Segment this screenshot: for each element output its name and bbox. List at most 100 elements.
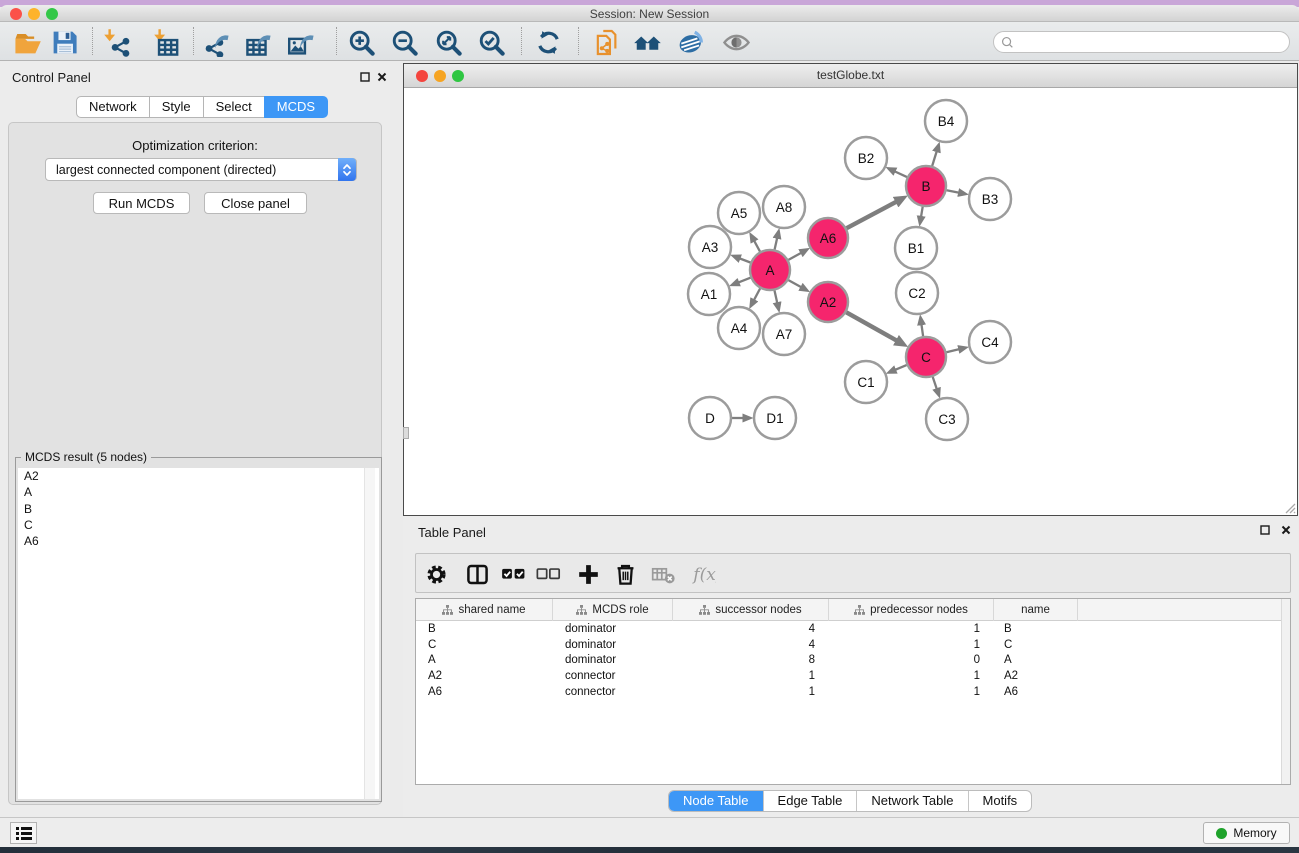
graph-edge-A-A3[interactable] [740, 259, 751, 263]
run-mcds-button[interactable]: Run MCDS [93, 192, 190, 214]
graph-node-C1[interactable]: C1 [845, 361, 887, 403]
tab-motifs[interactable]: Motifs [969, 791, 1032, 811]
table-row[interactable]: Adominator80A [416, 653, 1290, 669]
tab-edge-table[interactable]: Edge Table [764, 791, 858, 811]
graph-edge-A-A5[interactable] [754, 241, 760, 252]
add-icon[interactable] [574, 560, 602, 588]
network-canvas[interactable]: B4 B2 B B3 A8 A5 A6 A3 B1 A A1 C2 A2 [404, 89, 1297, 515]
graph-node-D[interactable]: D [689, 397, 731, 439]
graph-edge-C-C4[interactable] [946, 349, 958, 352]
splitter-grip[interactable] [403, 427, 409, 439]
graph-edge-B-B1[interactable] [921, 207, 923, 217]
graph-edge-A-A7[interactable] [775, 291, 778, 303]
export-table-icon[interactable] [243, 26, 275, 58]
graph-edge-C-C3[interactable] [933, 377, 937, 389]
graph-edge-A-A1[interactable] [739, 278, 751, 283]
task-history-button[interactable] [10, 822, 37, 844]
ndex-home-icon[interactable] [631, 26, 663, 58]
tab-select[interactable]: Select [203, 96, 265, 118]
import-network-icon[interactable] [101, 26, 133, 58]
column-header-shared-name[interactable]: shared name [416, 599, 553, 621]
zoom-selected-icon[interactable] [475, 26, 507, 58]
settings-icon[interactable] [422, 560, 450, 588]
graph-edge-A6-B[interactable] [847, 202, 896, 228]
tab-mcds[interactable]: MCDS [264, 96, 328, 118]
table-scrollbar[interactable] [1281, 599, 1290, 784]
cyndex-open-icon[interactable] [591, 26, 623, 58]
graph-node-A6[interactable]: A6 [808, 218, 848, 258]
column-header-mcds-role[interactable]: MCDS role [553, 599, 673, 621]
search-input[interactable] [1018, 33, 1289, 51]
graph-node-A[interactable]: A [750, 250, 790, 290]
graph-node-B[interactable]: B [906, 166, 946, 206]
column-header-successor-nodes[interactable]: successor nodes [673, 599, 829, 621]
columns-icon[interactable] [463, 560, 491, 588]
mcds-result-item[interactable]: C [18, 517, 379, 533]
import-table-icon[interactable] [151, 26, 183, 58]
graph-node-D1[interactable]: D1 [754, 397, 796, 439]
graph-node-C3[interactable]: C3 [926, 398, 968, 440]
eye-icon[interactable] [720, 26, 752, 58]
result-scrollbar[interactable] [364, 468, 375, 799]
graph-node-A8[interactable]: A8 [763, 186, 805, 228]
graph-node-A1[interactable]: A1 [688, 273, 730, 315]
zoom-in-icon[interactable] [345, 26, 377, 58]
criterion-dropdown[interactable]: largest connected component (directed) [45, 158, 357, 181]
zoom-out-icon[interactable] [388, 26, 420, 58]
graph-node-A4[interactable]: A4 [718, 307, 760, 349]
memory-button[interactable]: Memory [1203, 822, 1290, 844]
graph-node-B4[interactable]: B4 [925, 100, 967, 142]
export-network-icon[interactable] [201, 26, 233, 58]
mcds-result-item[interactable]: A6 [18, 533, 379, 549]
graph-edge-A2-C[interactable] [846, 312, 896, 340]
open-folder-icon[interactable] [11, 26, 43, 58]
graph-node-A7[interactable]: A7 [763, 313, 805, 355]
graph-edge-B-B4[interactable] [932, 152, 936, 166]
tab-network-table[interactable]: Network Table [857, 791, 968, 811]
graph-node-A5[interactable]: A5 [718, 192, 760, 234]
delete-table-icon[interactable] [649, 560, 677, 588]
graph-edge-A-A6[interactable] [788, 253, 801, 260]
mcds-result-item[interactable]: B [18, 501, 379, 517]
column-header-name[interactable]: name [994, 599, 1078, 621]
graph-edge-B-B2[interactable] [895, 172, 907, 178]
graph-node-C4[interactable]: C4 [969, 321, 1011, 363]
table-row[interactable]: A2connector11A2 [416, 669, 1290, 685]
tab-network[interactable]: Network [76, 96, 150, 118]
graph-node-C[interactable]: C [906, 337, 946, 377]
table-row[interactable]: A6connector11A6 [416, 685, 1290, 701]
column-header-predecessor-nodes[interactable]: predecessor nodes [829, 599, 994, 621]
deselect-all-icon[interactable] [534, 560, 562, 588]
tab-node-table[interactable]: Node Table [669, 791, 764, 811]
function-icon[interactable]: f(x) [689, 560, 717, 588]
gestalt-icon[interactable] [674, 26, 706, 58]
graph-node-A3[interactable]: A3 [689, 226, 731, 268]
export-image-icon[interactable] [286, 26, 318, 58]
graph-edge-A-A2[interactable] [788, 280, 801, 287]
graph-node-C2[interactable]: C2 [896, 272, 938, 314]
mcds-result-list[interactable]: A2ABCA6 [18, 468, 379, 799]
mcds-result-item[interactable]: A [18, 484, 379, 500]
graph-node-A2[interactable]: A2 [808, 282, 848, 322]
graph-edge-A-A8[interactable] [775, 238, 778, 249]
graph-edge-B-B3[interactable] [947, 190, 959, 192]
graph-node-B1[interactable]: B1 [895, 227, 937, 269]
mcds-result-item[interactable]: A2 [18, 468, 379, 484]
search-box[interactable] [993, 31, 1290, 53]
graph-edge-A-A4[interactable] [754, 289, 760, 300]
table-close-icon[interactable] [1279, 523, 1293, 537]
close-panel-icon[interactable] [375, 70, 389, 84]
table-row[interactable]: Bdominator41B [416, 622, 1290, 638]
select-all-icon[interactable] [499, 560, 527, 588]
resize-grip-icon[interactable] [1283, 501, 1296, 514]
table-row[interactable]: Cdominator41C [416, 638, 1290, 654]
graph-edge-C-C2[interactable] [922, 325, 924, 337]
graph-edge-C-C1[interactable] [896, 365, 907, 370]
zoom-fit-icon[interactable] [432, 26, 464, 58]
delete-icon[interactable] [611, 560, 639, 588]
table-float-icon[interactable] [1258, 523, 1272, 537]
close-panel-button[interactable]: Close panel [204, 192, 307, 214]
graph-node-B2[interactable]: B2 [845, 137, 887, 179]
float-panel-icon[interactable] [358, 70, 372, 84]
graph-node-B3[interactable]: B3 [969, 178, 1011, 220]
